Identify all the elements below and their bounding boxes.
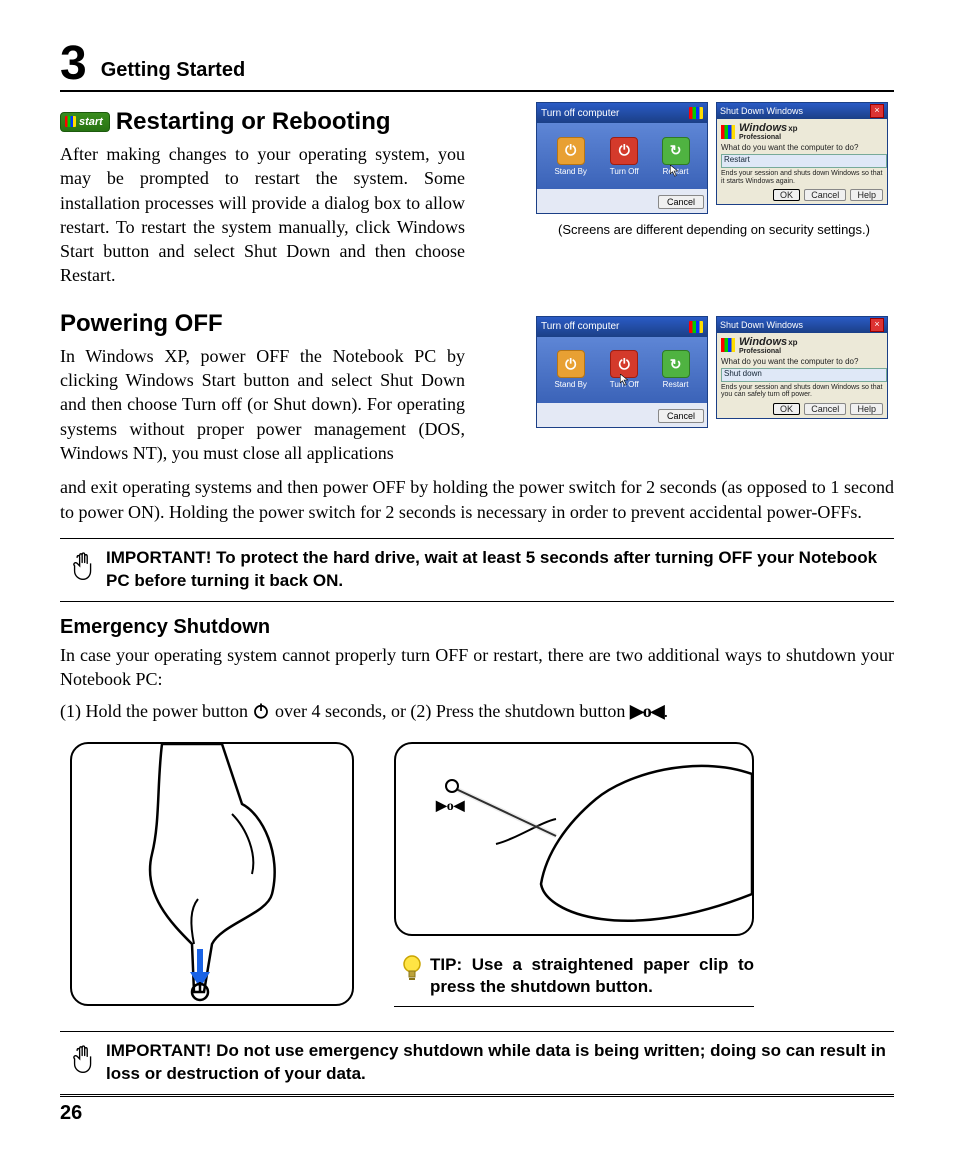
tip-note: TIP: Use a straightened paper clip to pr… [394, 946, 754, 1007]
emergency-body: In case your operating system cannot pro… [60, 643, 894, 692]
standby-icon: ⏻ [557, 137, 585, 165]
emergency-steps: (1) Hold the power button over 4 seconds… [60, 699, 894, 723]
turn-off-dialog-restart: Turn off computer ⏻Stand By ⏻Turn Off ↻ … [536, 102, 708, 214]
page-number: 26 [60, 1102, 82, 1125]
screens-caption: (Screens are different depending on secu… [534, 222, 894, 237]
help-button: Help [850, 403, 883, 415]
standby-label: Stand By [554, 167, 586, 176]
dialog-title: Turn off computer [541, 321, 619, 332]
windows-flag-icon [721, 338, 735, 352]
dialog-title: Shut Down Windows [720, 320, 803, 330]
turnoff-icon: ⏻ [610, 137, 638, 165]
hand-stop-icon [69, 549, 97, 581]
windows-flag-icon [689, 107, 703, 119]
ok-button: OK [773, 189, 800, 201]
cancel-button: Cancel [658, 409, 704, 423]
hand-paperclip-drawing: ▶o◀ [396, 744, 752, 934]
windows-xp: xp [788, 338, 797, 347]
chapter-number: 3 [60, 40, 87, 88]
important-2-text: IMPORTANT! Do not use emergency shutdown… [106, 1040, 894, 1086]
windows-flag-icon [65, 116, 76, 127]
shutdown-hole-icon: ▶o◀ [630, 701, 664, 721]
footer-rule [60, 1096, 894, 1097]
restarting-heading-text: Restarting or Rebooting [116, 108, 391, 135]
prompt-text: What do you want the computer to do? [721, 357, 883, 366]
cancel-button: Cancel [804, 189, 846, 201]
windows-edition: Professional [739, 134, 798, 141]
start-label: start [79, 116, 103, 128]
powering-off-body-b: and exit operating systems and then powe… [60, 475, 894, 524]
start-button-icon: start [60, 112, 110, 132]
restart-icon: ↻ [662, 137, 690, 165]
dialog-title: Shut Down Windows [720, 106, 803, 116]
windows-edition: Professional [739, 348, 798, 355]
power-icon [252, 702, 270, 720]
action-select: Shut down [721, 368, 887, 382]
step-2-suffix: . [664, 701, 669, 721]
chapter-title: Getting Started [101, 59, 245, 88]
standby-icon: ⏻ [557, 350, 585, 378]
ok-button: OK [773, 403, 800, 415]
chapter-header: 3 Getting Started [60, 40, 894, 92]
cursor-icon [620, 374, 628, 386]
close-icon: × [870, 104, 884, 118]
windows-flag-icon [721, 125, 735, 139]
restart-label: Restart [663, 380, 689, 389]
help-button: Help [850, 189, 883, 201]
cancel-button: Cancel [658, 195, 704, 209]
windows-flag-icon [689, 321, 703, 333]
step-2-mid: over 4 seconds, or (2) Press the shutdow… [275, 701, 630, 721]
illustration-paperclip: ▶o◀ [394, 742, 754, 936]
section-powering-off-heading: Powering OFF [60, 310, 465, 338]
shut-down-windows-dialog-shutdown: Shut Down Windows × WindowsxpProfessional… [716, 316, 888, 419]
step-1-prefix: (1) Hold the power button [60, 701, 252, 721]
turn-off-dialog-turnoff: Turn off computer ⏻Stand By ⏻ Turn Off ↻… [536, 316, 708, 428]
action-select: Restart [721, 154, 887, 168]
section-emergency-heading: Emergency Shutdown [60, 616, 894, 639]
important-note-2: IMPORTANT! Do not use emergency shutdown… [60, 1031, 894, 1095]
hand-stop-icon [69, 1042, 97, 1074]
shut-down-windows-dialog-restart: Shut Down Windows × WindowsxpProfessional… [716, 102, 888, 205]
important-note-1: IMPORTANT! To protect the hard drive, wa… [60, 538, 894, 602]
tip-text: TIP: Use a straightened paper clip to pr… [430, 954, 754, 998]
shutdown-hole-icon: ▶o◀ [435, 799, 465, 814]
important-1-text: IMPORTANT! To protect the hard drive, wa… [106, 547, 894, 593]
windows-brand: Windows [739, 122, 787, 134]
action-desc: Ends your session and shuts down Windows… [721, 384, 883, 399]
cursor-icon [670, 165, 678, 177]
powering-off-body-a: In Windows XP, power OFF the Notebook PC… [60, 344, 465, 465]
lightbulb-icon [402, 954, 422, 982]
dialog-title: Turn off computer [541, 108, 619, 119]
hand-press-power-drawing [72, 744, 352, 1004]
illustration-hold-power [70, 742, 354, 1006]
prompt-text: What do you want the computer to do? [721, 143, 883, 152]
close-icon: × [870, 318, 884, 332]
restart-icon: ↻ [662, 350, 690, 378]
action-desc: Ends your session and shuts down Windows… [721, 170, 883, 185]
windows-brand: Windows [739, 336, 787, 348]
restarting-body: After making changes to your operating s… [60, 142, 465, 288]
windows-xp: xp [788, 124, 797, 133]
cancel-button: Cancel [804, 403, 846, 415]
turnoff-label: Turn Off [610, 167, 639, 176]
section-restarting-heading: start Restarting or Rebooting [60, 108, 465, 136]
standby-label: Stand By [554, 380, 586, 389]
